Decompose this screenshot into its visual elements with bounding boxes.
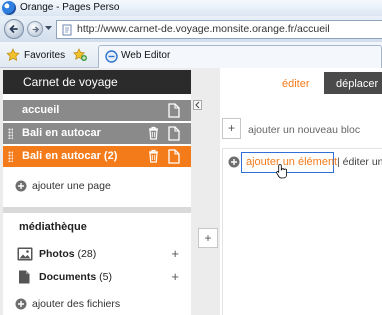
ie-page-icon xyxy=(105,50,118,63)
plus-circle-icon xyxy=(15,180,27,192)
add-page-label: ajouter une page xyxy=(32,180,111,192)
add-files-button[interactable]: ajouter des fichiers xyxy=(15,296,120,312)
plus-circle-icon[interactable] xyxy=(228,156,240,168)
page-icon[interactable] xyxy=(168,103,180,118)
add-favorite-icon[interactable] xyxy=(72,48,88,62)
arrow-left-icon xyxy=(9,25,18,33)
address-text: http://www.carnet-de.voyage.monsite.oran… xyxy=(77,23,330,35)
hand-cursor-icon xyxy=(276,164,287,179)
add-photo-icon[interactable]: + xyxy=(171,246,179,261)
drag-handle[interactable] xyxy=(8,151,13,162)
add-files-label: ajouter des fichiers xyxy=(32,298,121,310)
trash-icon[interactable] xyxy=(148,126,159,140)
add-page-button[interactable]: ajouter une page xyxy=(15,178,111,194)
page-item-label: accueil xyxy=(22,104,60,116)
tab-deplacer[interactable]: déplacer xyxy=(324,72,382,94)
tab-editer-label: éditer xyxy=(282,78,310,90)
favorites-label: Favorites xyxy=(24,49,66,61)
editor-content: éditer déplacer + ajouter un nouveau blo… xyxy=(220,68,382,315)
media-item-documents[interactable]: Documents (5) + xyxy=(17,269,187,285)
add-block-label[interactable]: ajouter un nouveau bloc xyxy=(248,124,360,136)
ie-app-icon xyxy=(2,1,16,15)
content-block xyxy=(222,148,382,315)
collapse-sidebar-button[interactable] xyxy=(193,100,202,110)
edit-element-link[interactable]: | éditer un xyxy=(337,156,382,168)
forward-button[interactable] xyxy=(27,21,43,37)
star-icon xyxy=(6,48,20,61)
add-document-icon[interactable]: + xyxy=(171,269,179,284)
sidebar: Carnet de voyage accueil Bali en autocar xyxy=(3,70,191,315)
back-button[interactable] xyxy=(4,19,24,39)
address-bar[interactable]: http://www.carnet-de.voyage.monsite.oran… xyxy=(56,20,382,39)
tab-deplacer-label: déplacer xyxy=(336,78,379,90)
web-editor-page: Carnet de voyage accueil Bali en autocar xyxy=(0,68,382,315)
media-item-label: Photos (28) xyxy=(39,248,97,260)
site-header: Carnet de voyage xyxy=(3,70,191,94)
arrow-right-icon xyxy=(32,26,40,33)
media-item-label: Documents (5) xyxy=(39,271,112,283)
page-item-label: Bali en autocar (2) xyxy=(22,150,118,162)
plus-circle-icon xyxy=(15,298,27,310)
document-icon xyxy=(19,270,30,284)
drag-handle[interactable] xyxy=(8,128,13,139)
page-icon[interactable] xyxy=(168,149,180,164)
media-item-photos[interactable]: Photos (28) + xyxy=(17,246,187,262)
page-icon xyxy=(62,24,72,36)
trash-icon[interactable] xyxy=(148,149,159,163)
add-block-button[interactable]: + xyxy=(222,118,241,139)
page-item-label: Bali en autocar xyxy=(22,127,101,139)
page-item-accueil[interactable]: accueil xyxy=(3,100,191,121)
browser-title-bar: Orange - Pages Perso xyxy=(0,0,382,16)
chevron-left-icon xyxy=(195,101,200,109)
add-element-link[interactable]: ajouter un élément xyxy=(246,156,337,168)
page-icon[interactable] xyxy=(168,126,180,141)
chevron-down-icon[interactable] xyxy=(45,26,52,31)
favorites-bar: Favorites Web Editor xyxy=(0,42,382,68)
image-icon xyxy=(17,247,33,261)
sidebar-divider[interactable] xyxy=(3,207,191,213)
window-title: Orange - Pages Perso xyxy=(20,2,120,13)
browser-nav-bar: http://www.carnet-de.voyage.monsite.oran… xyxy=(0,16,382,42)
page-item-bali-en-autocar-2[interactable]: Bali en autocar (2) xyxy=(3,146,191,167)
favorites-button[interactable]: Favorites xyxy=(6,46,65,64)
page-item-bali-en-autocar[interactable]: Bali en autocar xyxy=(3,123,191,144)
browser-tab-web-editor[interactable]: Web Editor xyxy=(98,45,382,68)
tab-editer[interactable]: éditer xyxy=(220,72,324,94)
site-title: Carnet de voyage xyxy=(23,75,118,89)
browser-tab-label: Web Editor xyxy=(121,50,171,61)
add-column-button[interactable]: + xyxy=(198,228,218,248)
media-library-heading: médiathèque xyxy=(19,221,87,233)
